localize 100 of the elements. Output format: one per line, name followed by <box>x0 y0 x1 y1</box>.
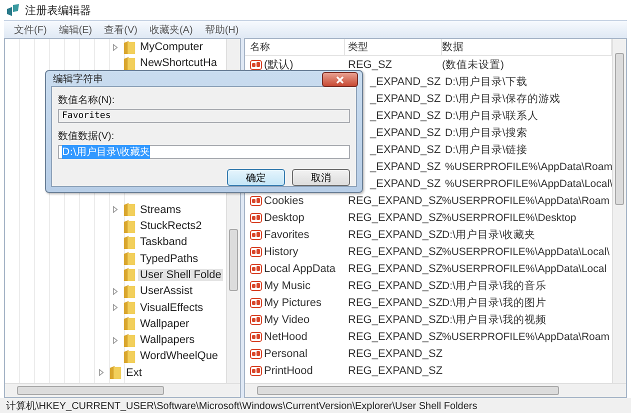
table-cell: Cookies <box>264 194 304 206</box>
table-cell-text: %USERPROFILE%\AppData\Roam <box>442 194 610 206</box>
close-icon <box>336 76 344 84</box>
column-header[interactable]: 类型 <box>345 39 442 55</box>
folder-icon <box>123 56 136 71</box>
table-cell-text: REG_EXPAND_SZ <box>347 262 442 274</box>
string-value-icon <box>250 330 262 342</box>
table-cell-text: _EXPAND_SZ <box>370 160 442 172</box>
table-cell-text: _EXPAND_SZ <box>370 126 442 138</box>
table-cell-text: (数值未设置) <box>442 58 505 72</box>
expand-arrow-icon[interactable] <box>113 288 118 295</box>
table-cell-text: D:\用户目录\联系人 <box>445 108 540 122</box>
table-cell-text: REG_EXPAND_SZ <box>347 296 442 308</box>
table-cell-text: REG_SZ <box>347 58 394 70</box>
table-cell-text: REG_EXPAND_SZ <box>347 246 442 258</box>
table-cell-text: %USERPROFILE%\AppData\Roam <box>442 330 610 342</box>
table-cell-text: D:\用户目录\收藏夹 <box>442 228 536 242</box>
table-cell-text: REG_EXPAND_SZ <box>347 280 442 292</box>
folder-icon <box>123 251 136 266</box>
table-cell-text: D:\用户目录\搜索 <box>445 126 528 140</box>
table-cell-text: D:\用户目录\我的图片 <box>442 296 548 310</box>
folder-icon <box>123 40 136 55</box>
menu-item[interactable]: 帮助(H) <box>204 22 239 36</box>
expand-arrow-icon[interactable] <box>113 206 118 214</box>
folder-icon <box>123 284 136 299</box>
table-cell-text: %USERPROFILE%\AppData\Local <box>442 262 608 274</box>
table-cell-text: (默认) <box>264 58 294 72</box>
tree-item[interactable]: Taskband <box>138 236 190 248</box>
folder-icon <box>123 348 136 364</box>
tree-item[interactable]: TypedPaths <box>138 252 200 265</box>
table-cell-text: REG_EXPAND_SZ <box>347 228 442 240</box>
string-value-icon <box>250 246 262 258</box>
tree-item[interactable]: User Shell Folde <box>138 268 224 281</box>
menu-item[interactable]: 编辑(E) <box>58 22 92 36</box>
table-cell-text: REG_EXPAND_SZ <box>347 212 442 224</box>
table-cell: Favorites <box>264 228 310 240</box>
table-cell: PrintHood <box>264 364 313 376</box>
folder-icon <box>123 202 136 218</box>
expand-arrow-icon[interactable] <box>99 369 104 376</box>
table-cell-text: %USERPROFILE%\AppData\Local\ <box>442 246 610 258</box>
menu-item[interactable]: 文件(F) <box>14 22 47 36</box>
table-cell-text: REG_EXPAND_SZ <box>347 364 442 376</box>
table-cell: Local AppData <box>264 262 336 274</box>
tree-item[interactable]: Wallpapers <box>138 334 197 346</box>
value-name-field[interactable]: Favorites <box>58 109 350 123</box>
tree-item[interactable]: Ext <box>124 366 144 379</box>
folder-icon <box>109 365 122 380</box>
table-cell-text: D:\用户目录\保存的游戏 <box>445 92 562 106</box>
string-value-icon <box>250 194 262 206</box>
menu-item[interactable]: 查看(V) <box>104 22 138 36</box>
string-value-icon <box>250 58 262 70</box>
tree-item[interactable]: Streams <box>138 204 183 216</box>
tree-item[interactable]: WordWheelQue <box>138 350 220 362</box>
horizontal-scrollbar[interactable] <box>245 383 626 397</box>
folder-icon <box>123 267 136 282</box>
dialog-button[interactable]: 确定 <box>227 169 285 186</box>
table-cell-text: _EXPAND_SZ <box>370 92 442 104</box>
vertical-scrollbar[interactable] <box>612 39 626 383</box>
string-value-icon <box>250 348 262 360</box>
registry-app-icon <box>6 3 20 17</box>
table-cell: History <box>264 246 298 258</box>
dialog-button[interactable]: 取消 <box>292 169 350 186</box>
folder-icon <box>123 218 136 234</box>
column-header[interactable]: 名称 <box>245 39 345 55</box>
table-cell-text: REG_EXPAND_SZ <box>347 348 442 360</box>
table-cell: My Video <box>264 314 310 326</box>
string-value-icon <box>250 280 262 292</box>
expand-arrow-icon[interactable] <box>113 44 118 51</box>
string-value-icon <box>250 228 262 240</box>
string-value-icon <box>250 364 262 376</box>
folder-icon <box>123 332 136 348</box>
string-value-icon <box>250 262 262 274</box>
table-cell-text: D:\用户目录\我的音乐 <box>442 278 548 292</box>
table-cell: My Pictures <box>264 296 322 308</box>
table-cell: My Music <box>264 280 310 292</box>
field-label: 数值名称(N): <box>58 94 116 107</box>
tree-item[interactable]: StuckRects2 <box>138 220 204 232</box>
close-button[interactable] <box>322 72 358 87</box>
tree-item[interactable]: VisualEffects <box>138 302 206 314</box>
table-cell-text: REG_EXPAND_SZ <box>347 194 442 206</box>
table-cell: Personal <box>264 348 308 360</box>
table-cell-text: D:\用户目录\下载 <box>445 74 528 88</box>
table-cell-text: D:\用户目录\我的视频 <box>442 312 548 326</box>
table-cell-text: _EXPAND_SZ <box>370 178 442 190</box>
menu-item[interactable]: 收藏夹(A) <box>149 22 193 36</box>
tree-item[interactable]: Wallpaper <box>138 318 192 330</box>
string-value-icon <box>250 314 262 326</box>
table-cell-text: REG_EXPAND_SZ <box>347 314 442 326</box>
table-cell: Desktop <box>264 212 304 224</box>
folder-icon <box>123 234 136 250</box>
expand-arrow-icon[interactable] <box>113 304 118 312</box>
table-cell-text: _EXPAND_SZ <box>370 110 442 122</box>
tree-item[interactable]: NewShortcutHa <box>138 57 220 70</box>
expand-arrow-icon[interactable] <box>113 336 118 344</box>
tree-item[interactable]: UserAssist <box>138 285 195 298</box>
table-cell-text: REG_EXPAND_SZ <box>347 330 442 342</box>
horizontal-scrollbar[interactable] <box>5 383 240 397</box>
table-cell-text: _EXPAND_SZ <box>370 144 442 156</box>
tree-item[interactable]: MyComputer <box>138 41 205 54</box>
folder-icon <box>123 300 136 316</box>
